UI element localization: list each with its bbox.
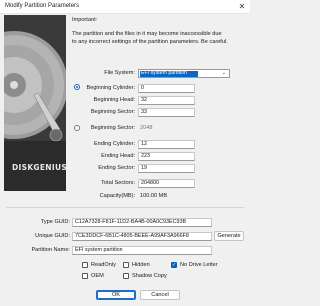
- capacity-value: 100.00 MB: [140, 193, 168, 199]
- total-sectors-label: Total Sectors:: [101, 180, 135, 186]
- type-guid-input[interactable]: C12A7328-F81F-11D2-BA4B-00A0C93EC93B: [72, 218, 212, 227]
- file-system-label: File System:: [104, 70, 135, 76]
- readonly-label: ReadOnly: [91, 262, 116, 268]
- beginning-lba-sector-label: Beginning Sector:: [90, 125, 135, 131]
- partition-name-label: Partition Name:: [31, 247, 70, 253]
- unique-guid-input[interactable]: 7CE3DDCF-6B1C-4805-BEEE-A99AF3A966F8: [72, 232, 212, 241]
- ending-cylinder-input[interactable]: 12: [138, 140, 195, 149]
- oem-label: OEM: [91, 273, 104, 279]
- no-drive-letter-label: No Drive Letter: [180, 262, 218, 268]
- ending-sector-label: Ending Sector:: [98, 165, 135, 171]
- unique-guid-label: Unique GUID:: [35, 233, 70, 239]
- ending-cylinder-label: Ending Cylinder:: [93, 141, 135, 147]
- ending-head-label: Ending Head:: [101, 153, 135, 159]
- file-system-select[interactable]: EFI system partition ⌄: [138, 69, 230, 78]
- cancel-button[interactable]: Cancel: [140, 290, 180, 300]
- total-sectors-input[interactable]: 204800: [138, 179, 195, 188]
- separator: [6, 207, 244, 208]
- beginning-cylinder-input[interactable]: 0: [138, 84, 195, 93]
- hidden-checkbox[interactable]: [123, 262, 129, 268]
- readonly-checkbox[interactable]: [82, 262, 88, 268]
- important-line-1: The partition and the files in it may be…: [72, 31, 222, 37]
- shadow-copy-label: Shadow Copy: [132, 273, 167, 279]
- beginning-lba-sector-value: 2048: [140, 125, 153, 131]
- ok-button[interactable]: OK: [96, 290, 136, 300]
- beginning-cylinder-label: Beginning Cylinder:: [86, 85, 135, 91]
- beginning-head-label: Beginning Head:: [93, 97, 135, 103]
- important-heading: Important:: [72, 17, 98, 23]
- window-title: Modify Partition Parameters: [5, 3, 80, 9]
- disk-artwork: DISKGENIUS®: [4, 15, 66, 191]
- lba-mode-radio[interactable]: [74, 125, 80, 131]
- beginning-head-input[interactable]: 32: [138, 96, 195, 105]
- hidden-label: Hidden: [132, 262, 150, 268]
- partition-name-input[interactable]: EFI system partition: [72, 246, 212, 255]
- check-icon: ✓: [172, 262, 177, 268]
- beginning-sector-input[interactable]: 33: [138, 108, 195, 117]
- brand-logo: DISKGENIUS®: [12, 163, 66, 172]
- shadow-copy-checkbox[interactable]: [123, 273, 129, 279]
- important-line-2: to any incorrect settings of the partiti…: [72, 39, 228, 45]
- no-drive-letter-checkbox[interactable]: ✓: [171, 262, 177, 268]
- title-bar: Modify Partition Parameters ✕: [0, 0, 250, 14]
- close-icon[interactable]: ✕: [234, 0, 250, 13]
- chs-mode-radio[interactable]: [74, 84, 80, 90]
- file-system-value: EFI system partition: [140, 70, 198, 77]
- ending-head-input[interactable]: 223: [138, 152, 195, 161]
- type-guid-label: Type GUID:: [40, 219, 70, 225]
- generate-button[interactable]: Generate: [214, 231, 244, 241]
- ending-sector-input[interactable]: 19: [138, 164, 195, 173]
- chevron-down-icon: ⌄: [221, 70, 226, 76]
- oem-checkbox[interactable]: [82, 273, 88, 279]
- capacity-label: Capacity(MB):: [99, 193, 135, 199]
- beginning-sector-label: Beginning Sector:: [90, 109, 135, 115]
